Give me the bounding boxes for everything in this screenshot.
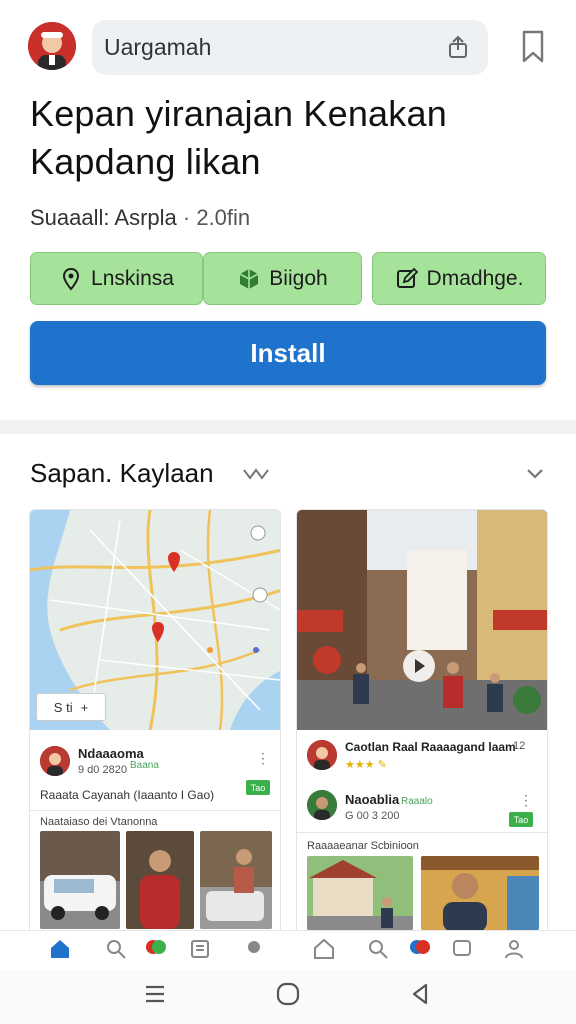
street-photo[interactable] bbox=[297, 510, 547, 730]
post-date: G 00 3 200 bbox=[345, 810, 400, 822]
app-meta: Suaaall: Asrpla · 2.0fin bbox=[30, 205, 250, 231]
more-icon[interactable]: ⋮ bbox=[256, 750, 270, 767]
chip-edit[interactable]: Dmadhge. bbox=[372, 252, 546, 305]
chip-edit-label: Dmadhge. bbox=[426, 266, 524, 290]
section-divider bbox=[0, 420, 576, 434]
home-icon[interactable] bbox=[48, 937, 72, 961]
post-text: Raaata Cayanah (Iaaanto I Gao) bbox=[40, 788, 215, 802]
post-badge: Tao bbox=[509, 812, 533, 827]
card-footer-text: Raaaaeanar Scbinioon bbox=[307, 840, 419, 852]
home-outline-icon[interactable] bbox=[312, 937, 336, 961]
thumb-man[interactable] bbox=[421, 856, 539, 930]
rating-stars: ★★★ ✎ bbox=[345, 759, 387, 771]
video-post[interactable]: Caotlan Raal Raaaagand laam 12 ★★★ ✎ bbox=[297, 736, 547, 786]
post-tag: Raaalo bbox=[401, 796, 433, 807]
thumb-house[interactable] bbox=[307, 856, 413, 930]
profile-icon[interactable] bbox=[242, 937, 266, 961]
bottom-navigation bbox=[0, 930, 576, 970]
app-title: Kepan yiranajan Kenakan Kapdang likan bbox=[30, 93, 447, 182]
search-icon[interactable] bbox=[104, 937, 128, 961]
card-separator bbox=[297, 832, 547, 833]
feed-icon[interactable] bbox=[188, 937, 212, 961]
edit-icon bbox=[396, 267, 418, 288]
pin-icon[interactable] bbox=[408, 937, 432, 961]
chip-location[interactable]: Lnskinsa bbox=[30, 252, 203, 305]
thumb-car[interactable] bbox=[40, 831, 120, 929]
post-avatar bbox=[307, 790, 337, 820]
post-author: Naoablia bbox=[345, 792, 400, 807]
menu-icon[interactable] bbox=[142, 981, 168, 1007]
play-button[interactable] bbox=[403, 650, 435, 682]
post-count: 12 bbox=[513, 740, 526, 752]
top-bar: Uargamah bbox=[0, 0, 576, 90]
install-button[interactable]: Install bbox=[30, 321, 546, 385]
thumb-street[interactable] bbox=[200, 831, 272, 929]
creator-post[interactable]: Naoablia Raaalo G 00 3 200 ⋮ Tao bbox=[297, 786, 547, 846]
card-footer-text: Naataiaso dei Vtanonna bbox=[40, 816, 158, 828]
meta-label: Suaaall: Asrpla bbox=[30, 205, 177, 230]
meta-value: · 2.0fin bbox=[182, 205, 251, 230]
location-pin-icon bbox=[63, 267, 80, 291]
post-tag: Baana bbox=[130, 760, 159, 771]
thumb-person[interactable] bbox=[126, 831, 194, 929]
search-field[interactable]: Uargamah bbox=[92, 20, 488, 75]
more-icon[interactable]: ⋮ bbox=[519, 792, 533, 809]
map-post[interactable]: Ndaaaoma Baana 9 d0 2820 ⋮ Raaata Cayana… bbox=[30, 740, 280, 820]
post-author: Ndaaaoma bbox=[78, 746, 144, 761]
post-avatar bbox=[307, 740, 337, 770]
link-icon[interactable] bbox=[240, 462, 272, 484]
map-zoom-control[interactable]: S ti + bbox=[36, 693, 106, 721]
post-title: Caotlan Raal Raaaagand laam bbox=[345, 740, 516, 754]
post-badge: Tao bbox=[246, 780, 270, 795]
search-text: Uargamah bbox=[104, 34, 212, 60]
post-date: 9 d0 2820 bbox=[78, 764, 127, 776]
search-icon[interactable] bbox=[366, 937, 390, 961]
post-avatar bbox=[40, 746, 70, 776]
chat-icon[interactable] bbox=[450, 937, 474, 961]
back-icon[interactable] bbox=[408, 981, 434, 1007]
chevron-down-icon[interactable] bbox=[524, 462, 546, 484]
chip-cube[interactable]: Biigoh bbox=[203, 252, 362, 305]
card-separator bbox=[30, 810, 280, 811]
avatar[interactable] bbox=[28, 22, 76, 70]
home-circle-icon[interactable] bbox=[275, 981, 301, 1007]
card-photo[interactable]: Caotlan Raal Raaaagand laam 12 ★★★ ✎ Nao… bbox=[296, 509, 548, 939]
app-details-screen: Uargamah Kepan yiranajan Kenakan Kapdang… bbox=[0, 0, 576, 1024]
share-icon[interactable] bbox=[444, 33, 472, 61]
map-zoom-text: S ti bbox=[53, 699, 73, 715]
section-title: Sapan. Kaylaan bbox=[30, 458, 214, 488]
system-navigation-bar bbox=[0, 970, 576, 1024]
chip-location-label: Lnskinsa bbox=[91, 266, 174, 290]
zoom-plus-icon[interactable]: + bbox=[81, 700, 89, 715]
map-view[interactable]: S ti + bbox=[30, 510, 280, 730]
pin-icon[interactable] bbox=[144, 937, 168, 961]
card-map[interactable]: S ti + Ndaaaoma Baana 9 d0 2820 ⋮ Raaata… bbox=[29, 509, 281, 939]
person-icon[interactable] bbox=[502, 937, 526, 961]
bookmark-icon[interactable] bbox=[518, 30, 548, 64]
cube-icon bbox=[239, 268, 259, 289]
chip-cube-label: Biigoh bbox=[269, 266, 328, 290]
